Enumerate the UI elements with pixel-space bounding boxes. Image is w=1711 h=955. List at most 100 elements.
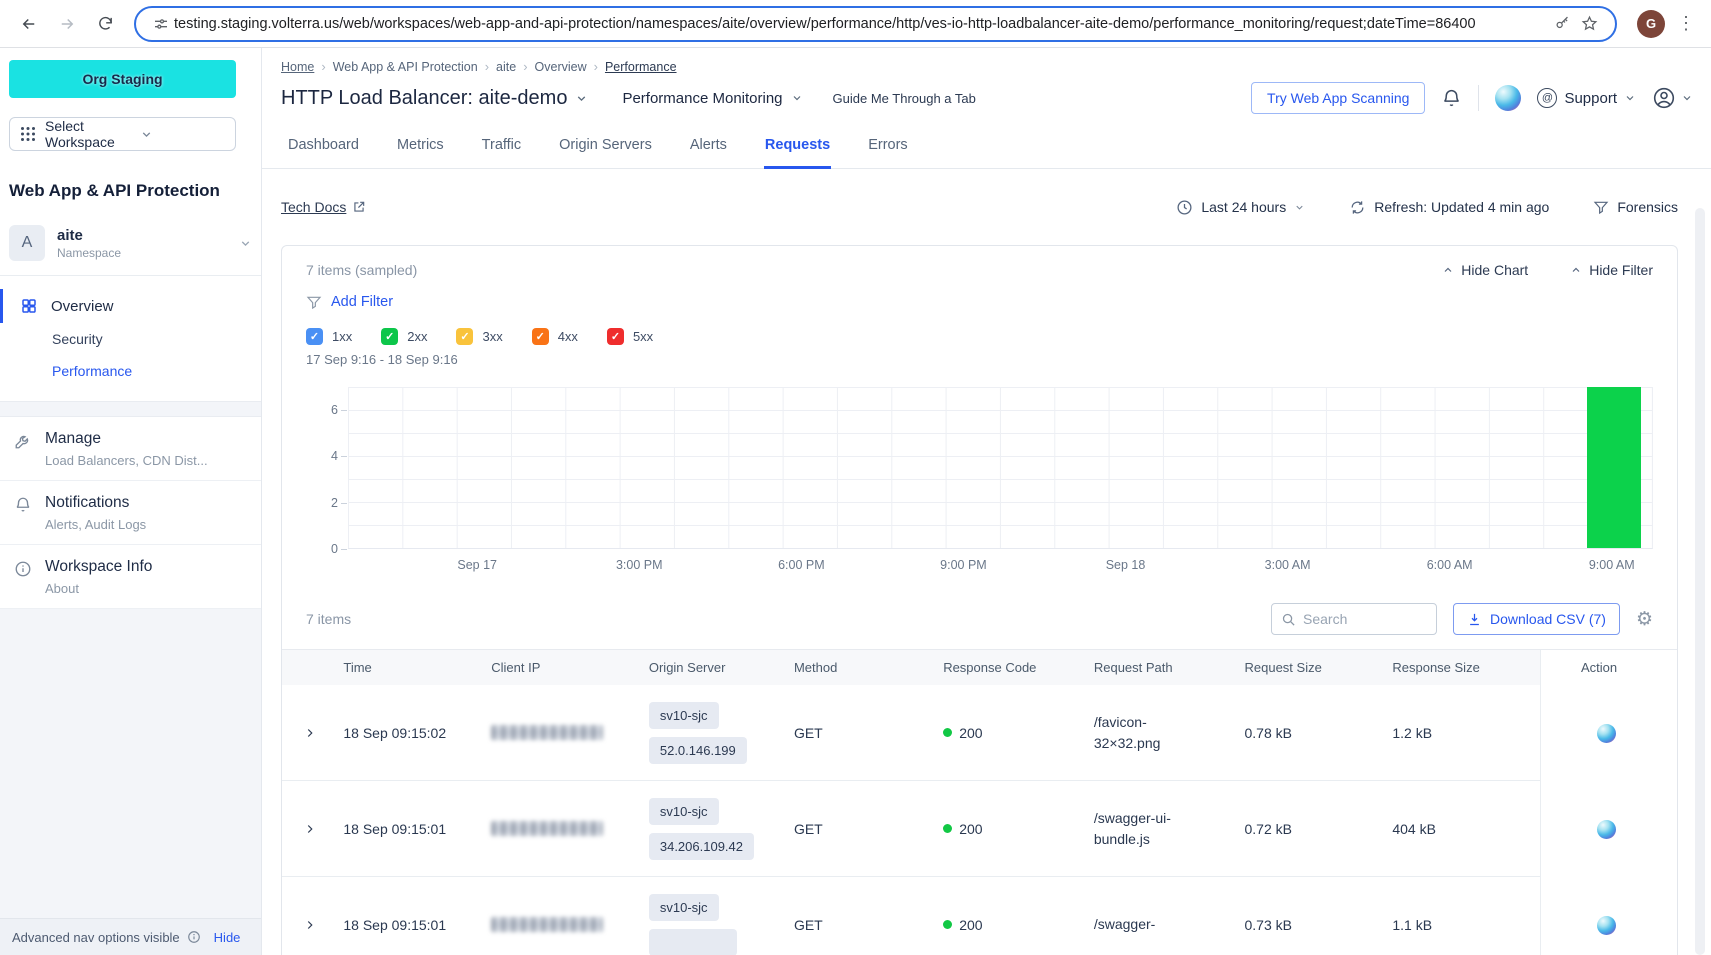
- table-row[interactable]: 18 Sep 09:15:01 sv10-sjc 34.206.109.42 G…: [282, 781, 1677, 877]
- chart-x-tick-label: Sep 18: [1106, 558, 1146, 572]
- breadcrumb-namespace[interactable]: aite: [496, 60, 516, 74]
- sidebar-item-overview[interactable]: Overview: [0, 289, 261, 323]
- apps-grid-icon: [20, 126, 36, 142]
- url-bar[interactable]: testing.staging.volterra.us/web/workspac…: [134, 6, 1617, 42]
- cell-response-size: 1.1 kB: [1392, 877, 1540, 955]
- tab-errors[interactable]: Errors: [867, 128, 908, 168]
- chart-x-tick-label: 3:00 AM: [1265, 558, 1311, 572]
- legend-item-1xx[interactable]: ✓ 1xx: [306, 328, 352, 345]
- sidebar-item-notifications-label: Notifications: [45, 494, 146, 512]
- row-expander[interactable]: [282, 685, 343, 781]
- download-icon: [1467, 612, 1482, 627]
- guide-me-link[interactable]: Guide Me Through a Tab: [833, 91, 976, 106]
- sidebar-item-notifications[interactable]: Notifications Alerts, Audit Logs: [0, 481, 261, 545]
- checkbox-4xx[interactable]: ✓: [532, 328, 549, 345]
- sidebar-item-workspace-info-label: Workspace Info: [45, 558, 152, 576]
- response-code-value: 200: [959, 917, 982, 933]
- legend-item-2xx[interactable]: ✓ 2xx: [381, 328, 427, 345]
- page-scrollbar[interactable]: [1695, 208, 1705, 955]
- browser-menu-icon[interactable]: ⋮: [1677, 13, 1695, 34]
- cell-action: [1540, 685, 1677, 781]
- table-settings-gear-icon[interactable]: ⚙: [1636, 610, 1653, 629]
- breadcrumb-home[interactable]: Home: [281, 60, 314, 74]
- browser-reload-icon[interactable]: [90, 9, 120, 39]
- search-input[interactable]: [1303, 611, 1413, 627]
- performance-monitoring-dropdown[interactable]: Performance Monitoring: [622, 90, 802, 107]
- sidebar-item-workspace-info[interactable]: Workspace Info About: [0, 545, 261, 609]
- brand-logo-sphere[interactable]: [1495, 85, 1521, 111]
- cell-action: [1540, 781, 1677, 877]
- tab-dashboard[interactable]: Dashboard: [287, 128, 360, 168]
- sidebar-section-title: Web App & API Protection: [9, 181, 261, 201]
- legend-item-3xx[interactable]: ✓ 3xx: [456, 328, 502, 345]
- checkbox-1xx[interactable]: ✓: [306, 328, 323, 345]
- tech-docs-link[interactable]: Tech Docs: [281, 199, 366, 215]
- org-staging-button[interactable]: Org Staging: [9, 60, 236, 98]
- legend-item-5xx[interactable]: ✓ 5xx: [607, 328, 653, 345]
- page-title-text: HTTP Load Balancer: aite-demo: [281, 87, 567, 110]
- cell-client-ip: [491, 781, 649, 877]
- table-items-count: 7 items: [306, 611, 351, 627]
- browser-profile-avatar[interactable]: G: [1637, 10, 1665, 38]
- refresh-button[interactable]: Refresh: Updated 4 min ago: [1349, 199, 1549, 216]
- url-text[interactable]: testing.staging.volterra.us/web/workspac…: [174, 16, 1549, 32]
- forensics-button[interactable]: Forensics: [1593, 199, 1678, 215]
- chart-x-tick-label: Sep 17: [457, 558, 497, 572]
- sidebar-item-manage[interactable]: Manage Load Balancers, CDN Dist...: [0, 417, 261, 481]
- download-csv-button[interactable]: Download CSV (7): [1453, 603, 1620, 635]
- chart-y-tick-label: 0: [331, 542, 338, 556]
- search-box: [1271, 603, 1437, 635]
- sidebar-item-performance[interactable]: Performance: [0, 355, 261, 387]
- checkbox-5xx[interactable]: ✓: [607, 328, 624, 345]
- status-dot: [943, 824, 952, 833]
- action-sphere-icon[interactable]: [1597, 724, 1616, 743]
- hide-filter-toggle[interactable]: Hide Filter: [1570, 262, 1653, 278]
- breadcrumb-separator: ›: [523, 59, 527, 74]
- time-range-label: Last 24 hours: [1201, 199, 1286, 215]
- table-row[interactable]: 18 Sep 09:15:02 sv10-sjc 52.0.146.199 GE…: [282, 685, 1677, 781]
- chart-x-axis: Sep 173:00 PM6:00 PM9:00 PMSep 183:00 AM…: [348, 549, 1653, 579]
- app: Org Staging Select Workspace Web App & A…: [0, 48, 1711, 955]
- tab-metrics[interactable]: Metrics: [396, 128, 445, 168]
- action-sphere-icon[interactable]: [1597, 820, 1616, 839]
- user-account-menu[interactable]: [1652, 86, 1693, 110]
- col-response-code: Response Code: [943, 650, 1094, 685]
- tab-origin-servers[interactable]: Origin Servers: [558, 128, 653, 168]
- sidebar-filler: [0, 609, 261, 918]
- table-row[interactable]: 18 Sep 09:15:01 sv10-sjc GET 200 /: [282, 877, 1677, 955]
- checkbox-3xx[interactable]: ✓: [456, 328, 473, 345]
- tab-traffic[interactable]: Traffic: [481, 128, 522, 168]
- breadcrumb-performance[interactable]: Performance: [605, 60, 677, 74]
- bookmark-star-icon[interactable]: [1581, 15, 1598, 32]
- namespace-selector[interactable]: A aite Namespace: [9, 225, 252, 261]
- sidebar-item-security[interactable]: Security: [0, 323, 261, 355]
- breadcrumb-overview[interactable]: Overview: [535, 60, 587, 74]
- breadcrumb-waap[interactable]: Web App & API Protection: [333, 60, 478, 74]
- site-settings-icon[interactable]: [153, 16, 169, 32]
- workspace-selector[interactable]: Select Workspace: [9, 117, 236, 151]
- hide-advanced-nav-link[interactable]: Hide: [214, 930, 241, 945]
- legend-item-4xx[interactable]: ✓ 4xx: [532, 328, 578, 345]
- row-expander[interactable]: [282, 877, 343, 955]
- row-expander[interactable]: [282, 781, 343, 877]
- support-menu[interactable]: @ Support: [1537, 88, 1636, 108]
- response-code-value: 200: [959, 821, 982, 837]
- chart-x-tick-label: 3:00 PM: [616, 558, 663, 572]
- page-toolbar: Tech Docs Last 24 hours: [262, 169, 1711, 245]
- tab-requests[interactable]: Requests: [764, 128, 831, 169]
- notifications-bell-icon[interactable]: [1441, 88, 1462, 109]
- browser-back-icon[interactable]: [14, 9, 44, 39]
- page-title[interactable]: HTTP Load Balancer: aite-demo: [281, 87, 588, 110]
- try-web-app-scanning-button[interactable]: Try Web App Scanning: [1251, 82, 1425, 114]
- action-sphere-icon[interactable]: [1597, 916, 1616, 935]
- table-toolbar: 7 items Download CSV (7) ⚙: [306, 603, 1653, 635]
- add-filter-button[interactable]: Add Filter: [306, 294, 1653, 310]
- tab-alerts[interactable]: Alerts: [689, 128, 728, 168]
- password-key-icon[interactable]: [1554, 15, 1571, 32]
- chart-bar-2xx[interactable]: [1587, 387, 1641, 548]
- checkbox-2xx[interactable]: ✓: [381, 328, 398, 345]
- time-range-dropdown[interactable]: Last 24 hours: [1176, 199, 1305, 216]
- hide-chart-toggle[interactable]: Hide Chart: [1442, 262, 1528, 278]
- browser-forward-icon[interactable]: [52, 9, 82, 39]
- cell-request-path: /favicon-32×32.png: [1094, 685, 1245, 781]
